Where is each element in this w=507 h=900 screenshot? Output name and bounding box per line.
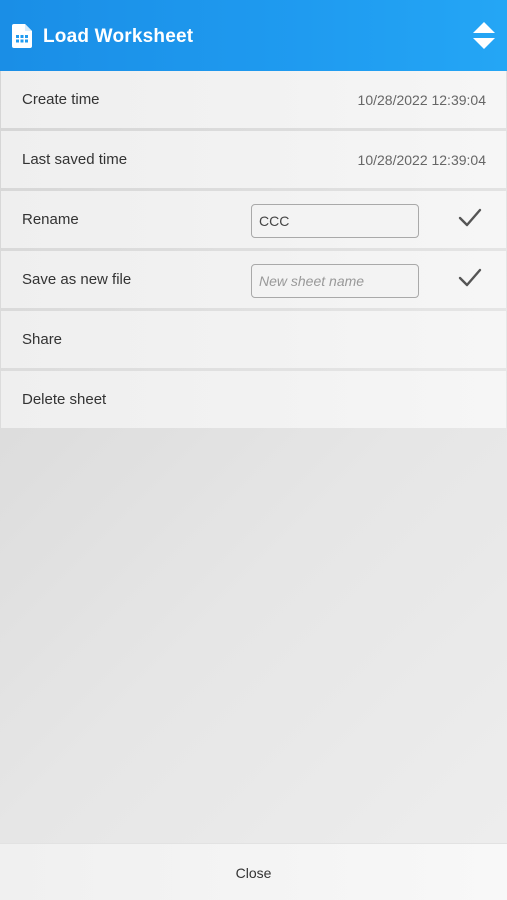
document-icon [12, 24, 32, 48]
create-time-value: 10/28/2022 12:39:04 [357, 92, 486, 108]
save-as-new-file-row: Save as new file [1, 251, 506, 308]
close-button[interactable]: Close [0, 843, 507, 900]
save-as-new-file-label: Save as new file [22, 271, 132, 288]
worksheet-options-list: Create time 10/28/2022 12:39:04 Last sav… [0, 71, 507, 431]
share-label: Share [22, 331, 63, 348]
sort-up-down-icon[interactable] [473, 22, 495, 50]
rename-label: Rename [22, 211, 79, 228]
save-as-confirm-checkmark-icon[interactable] [457, 267, 483, 289]
share-button[interactable]: Share [1, 311, 506, 368]
last-saved-time-label: Last saved time [22, 151, 128, 168]
last-saved-time-row: Last saved time 10/28/2022 12:39:04 [1, 131, 506, 188]
delete-sheet-label: Delete sheet [22, 391, 107, 408]
close-label: Close [235, 865, 272, 881]
page-title: Load Worksheet [43, 26, 194, 47]
last-saved-time-value: 10/28/2022 12:39:04 [357, 152, 486, 168]
app-header: Load Worksheet [0, 0, 507, 71]
rename-confirm-checkmark-icon[interactable] [457, 207, 483, 229]
rename-input[interactable] [251, 204, 419, 238]
create-time-row: Create time 10/28/2022 12:39:04 [1, 71, 506, 128]
create-time-label: Create time [22, 91, 100, 108]
delete-sheet-button[interactable]: Delete sheet [1, 371, 506, 428]
new-sheet-name-input[interactable] [251, 264, 419, 298]
rename-row: Rename [1, 191, 506, 248]
